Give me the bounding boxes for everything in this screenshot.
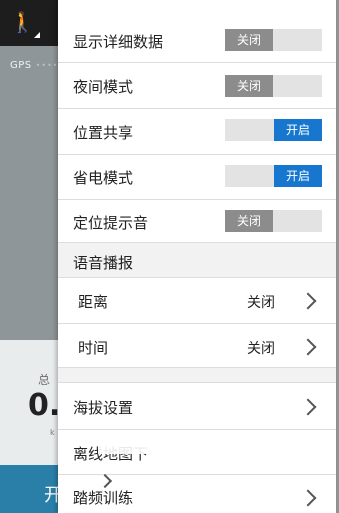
setting-row-power-save[interactable]: 省电模式 开启 [58,155,336,200]
voice-item-label: 距离 [78,293,109,311]
chevron-right-icon [299,489,317,507]
setting-label: 省电模式 [73,169,134,187]
toggle-knob: 关闭 [225,29,273,51]
section-title: 语音播报 [73,254,134,272]
voice-item-time[interactable]: 时间 关闭 [58,324,336,368]
toggle-knob: 关闭 [225,210,273,232]
section-gap [58,368,336,383]
power-save-toggle[interactable]: 开启 [225,165,322,187]
gps-label: GPS [10,60,32,71]
setting-row-location-share[interactable]: 位置共享 开启 [58,109,336,155]
chevron-right-icon [299,338,317,356]
detailed-data-toggle[interactable]: 关闭 [225,29,322,51]
night-mode-toggle[interactable]: 关闭 [225,75,322,97]
location-sound-toggle[interactable]: 关闭 [225,210,322,232]
setting-label: 踏频训练 [73,489,134,507]
stat-unit: k [50,428,55,437]
setting-row-night-mode[interactable]: 夜间模式 关闭 [58,63,336,109]
stat-label: 总 [38,373,51,387]
chevron-right-icon [299,292,317,310]
toggle-knob: 关闭 [225,75,273,97]
top-bar: 🚶 [0,0,58,46]
setting-row-location-sound[interactable]: 定位提示音 关闭 [58,200,336,243]
voice-section-header: 语音播报 [58,243,336,278]
chevron-right-icon [299,398,317,416]
setting-label: 位置共享 [73,124,134,142]
setting-label: 显示详细数据 [73,33,164,51]
voice-item-value: 关闭 [247,341,275,357]
voice-item-distance[interactable]: 距离 关闭 [58,278,336,324]
toggle-knob: 开启 [274,119,322,141]
setting-row-detailed-data[interactable]: 显示详细数据 关闭 [58,18,336,63]
popup-overlay [98,436,158,454]
setting-label: 夜间模式 [73,78,134,96]
setting-label: 海拔设置 [73,399,134,417]
setting-label: 定位提示音 [73,214,149,232]
voice-item-label: 时间 [78,339,109,357]
location-share-toggle[interactable]: 开启 [225,119,322,141]
toggle-knob: 开启 [274,165,322,187]
setting-row-altitude[interactable]: 海拔设置 [58,383,336,430]
voice-item-value: 关闭 [247,295,275,311]
walking-person-icon[interactable]: 🚶 [10,10,42,38]
gps-status: GPS ••••• [10,60,64,71]
